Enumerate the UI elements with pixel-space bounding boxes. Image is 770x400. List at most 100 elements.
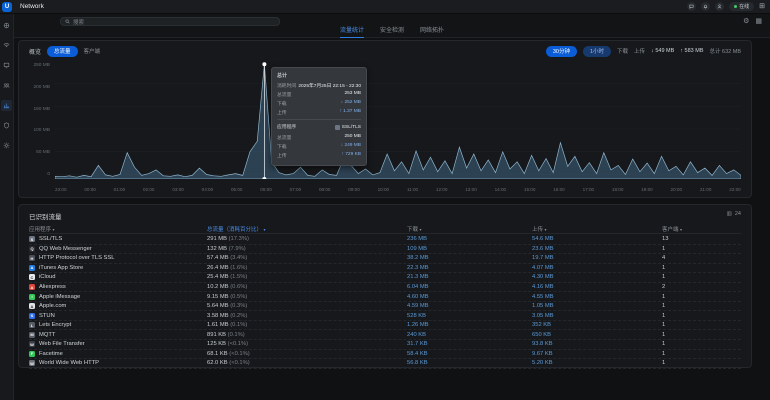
table-row[interactable]: AApple.com5.64 MB (0.3%)4.59 MB1.05 MB1 bbox=[29, 302, 741, 312]
unifi-logo[interactable]: U bbox=[2, 2, 12, 12]
table-row[interactable]: QQQ Web Messenger132 MB (7.9%)109 MB23.6… bbox=[29, 245, 741, 255]
table-row[interactable]: AAliexpress10.2 MB (0.6%)6.04 MB4.16 MB2 bbox=[29, 283, 741, 293]
upload-cell[interactable]: 93.8 KB bbox=[532, 341, 662, 347]
table-row[interactable]: HHTTP Protocol over TLS SSL57.4 MB (3.4%… bbox=[29, 254, 741, 264]
tooltip-row: 消耗时间2025年7月25日 22:15 - 22:30 bbox=[277, 82, 361, 89]
app-name-cell: HHTTP Protocol over TLS SSL bbox=[29, 255, 207, 261]
x-tick-label: 17:00 bbox=[583, 187, 595, 192]
user-icon[interactable] bbox=[715, 2, 724, 11]
sidebar-item-settings[interactable] bbox=[1, 140, 12, 151]
upload-cell[interactable]: 352 KB bbox=[532, 322, 662, 328]
table-row[interactable]: LLets Encrypt1.61 MB (0.1%)1.26 MB352 KB… bbox=[29, 321, 741, 331]
upload-cell[interactable]: 23.6 MB bbox=[532, 246, 662, 252]
sidebar-item-dashboard[interactable] bbox=[1, 20, 12, 31]
column-header-1[interactable]: 总流量（消耗百分比） ▾ bbox=[207, 225, 407, 233]
app-name-cell: AiTunes App Store bbox=[29, 265, 207, 271]
upload-cell[interactable]: 4.55 MB bbox=[532, 294, 662, 300]
table-row[interactable]: WWeb File Transfer125 KB (<0.1%)31.7 KB9… bbox=[29, 340, 741, 350]
sidebar-item-insights[interactable] bbox=[1, 100, 12, 111]
total-cell: 57.4 MB (3.4%) bbox=[207, 255, 407, 261]
column-header-4[interactable]: 客户端 ▾ bbox=[662, 225, 741, 233]
x-tick-label: 12:00 bbox=[436, 187, 448, 192]
tooltip-row: 总流量253 MB bbox=[277, 91, 361, 98]
sidebar-item-wifi[interactable] bbox=[1, 40, 12, 51]
total-cell: 9.15 MB (0.5%) bbox=[207, 294, 407, 300]
view-clients-link[interactable]: 客户端 bbox=[84, 47, 101, 55]
app-icon: S bbox=[29, 313, 35, 319]
table-row[interactable]: iApple iMessage9.15 MB (0.5%)4.60 MB4.55… bbox=[29, 292, 741, 302]
upload-cell[interactable]: 1.05 MB bbox=[532, 303, 662, 309]
sidebar-item-devices[interactable] bbox=[1, 60, 12, 71]
upload-cell[interactable]: 9.67 KB bbox=[532, 351, 662, 357]
download-cell[interactable]: 109 MB bbox=[407, 246, 532, 252]
app-icon: L bbox=[29, 322, 35, 328]
column-header-3[interactable]: 上传 ▾ bbox=[532, 225, 662, 233]
layout-icon[interactable]: ▦ bbox=[755, 17, 762, 25]
download-cell[interactable]: 6.04 MB bbox=[407, 284, 532, 290]
bell-icon[interactable] bbox=[701, 2, 710, 11]
total-cell: 5.64 MB (0.3%) bbox=[207, 303, 407, 309]
table-row[interactable]: FFacetime68.1 KB (<0.1%)58.4 KB9.67 KB1 bbox=[29, 350, 741, 360]
table-row[interactable]: CiCloud25.4 MB (1.5%)21.3 MB4.30 MB1 bbox=[29, 273, 741, 283]
sidebar-item-clients[interactable] bbox=[1, 80, 12, 91]
upload-cell[interactable]: 4.16 MB bbox=[532, 284, 662, 290]
download-cell[interactable]: 528 KB bbox=[407, 313, 532, 319]
x-tick-label: 16:00 bbox=[553, 187, 565, 192]
upload-cell[interactable]: 4.30 MB bbox=[532, 274, 662, 280]
period-30min-pill[interactable]: 30分钟 bbox=[546, 46, 577, 57]
download-cell[interactable]: 236 MB bbox=[407, 236, 532, 242]
upload-cell[interactable]: 650 KB bbox=[532, 332, 662, 338]
chat-icon[interactable] bbox=[687, 2, 696, 11]
app-title: Network bbox=[20, 3, 44, 10]
table-row[interactable]: MMQTT891 KB (0.1%)240 KB650 KB1 bbox=[29, 330, 741, 340]
security-icon bbox=[3, 122, 10, 129]
upload-link[interactable]: 上传 bbox=[634, 47, 645, 55]
table-count[interactable]: ▥ 24 bbox=[727, 211, 741, 217]
tab-2[interactable]: 网络拓扑 bbox=[420, 25, 444, 38]
table-row[interactable]: AiTunes App Store26.4 MB (1.6%)22.3 MB4.… bbox=[29, 264, 741, 274]
tab-1[interactable]: 安全检测 bbox=[380, 25, 404, 38]
sidebar-item-security[interactable] bbox=[1, 120, 12, 131]
upload-cell[interactable]: 54.6 MB bbox=[532, 236, 662, 242]
x-tick-label: 18:00 bbox=[612, 187, 624, 192]
download-cell[interactable]: 4.59 MB bbox=[407, 303, 532, 309]
download-cell[interactable]: 31.7 KB bbox=[407, 341, 532, 347]
tooltip-row: 上传↑ 729 KB bbox=[277, 152, 361, 159]
download-cell[interactable]: 22.3 MB bbox=[407, 265, 532, 271]
total-cell: 26.4 MB (1.6%) bbox=[207, 265, 407, 271]
download-cell[interactable]: 240 KB bbox=[407, 332, 532, 338]
gear-icon[interactable]: ⚙ bbox=[743, 17, 749, 25]
view-total-pill[interactable]: 总流量 bbox=[47, 46, 78, 57]
total-cell: 25.4 MB (1.5%) bbox=[207, 274, 407, 280]
app-name-cell: FFacetime bbox=[29, 351, 207, 357]
table-row[interactable]: WWorld Wide Web HTTP62.0 KB (<0.1%)56.8 … bbox=[29, 359, 741, 369]
clients-cell: 1 bbox=[662, 360, 741, 366]
download-cell[interactable]: 4.60 MB bbox=[407, 294, 532, 300]
table-row[interactable]: SSTUN3.58 MB (0.2%)528 KB3.05 MB1 bbox=[29, 311, 741, 321]
upload-cell[interactable]: 5.20 KB bbox=[532, 360, 662, 366]
traffic-area-chart[interactable] bbox=[55, 61, 741, 179]
x-tick-label: 21:00 bbox=[700, 187, 712, 192]
x-tick-label: 14:00 bbox=[495, 187, 507, 192]
column-header-0[interactable]: 应用程序 ▾ bbox=[29, 225, 207, 233]
sort-chevron-icon: ▾ bbox=[545, 227, 547, 232]
upload-cell[interactable]: 19.7 MB bbox=[532, 255, 662, 261]
upload-cell[interactable]: 3.05 MB bbox=[532, 313, 662, 319]
download-cell[interactable]: 56.8 KB bbox=[407, 360, 532, 366]
tab-0[interactable]: 流量统计 bbox=[340, 25, 364, 38]
x-tick-label: 00:00 bbox=[84, 187, 96, 192]
app-icon: W bbox=[29, 341, 35, 347]
apps-icon[interactable]: ⊞ bbox=[759, 2, 765, 11]
download-cell[interactable]: 38.2 MB bbox=[407, 255, 532, 261]
x-tick-label: 02:00 bbox=[143, 187, 155, 192]
status-badge[interactable]: 在线 bbox=[729, 2, 754, 11]
table-row[interactable]: SSSL/TLS291 MB (17.3%)236 MB54.6 MB13 bbox=[29, 235, 741, 245]
download-link[interactable]: 下载 bbox=[617, 47, 628, 55]
upload-cell[interactable]: 4.07 MB bbox=[532, 265, 662, 271]
column-header-2[interactable]: 下载 ▾ bbox=[407, 225, 532, 233]
app-icon: W bbox=[29, 360, 35, 366]
download-cell[interactable]: 21.3 MB bbox=[407, 274, 532, 280]
download-cell[interactable]: 58.4 KB bbox=[407, 351, 532, 357]
period-1h-pill[interactable]: 1小时 bbox=[583, 46, 611, 57]
download-cell[interactable]: 1.26 MB bbox=[407, 322, 532, 328]
